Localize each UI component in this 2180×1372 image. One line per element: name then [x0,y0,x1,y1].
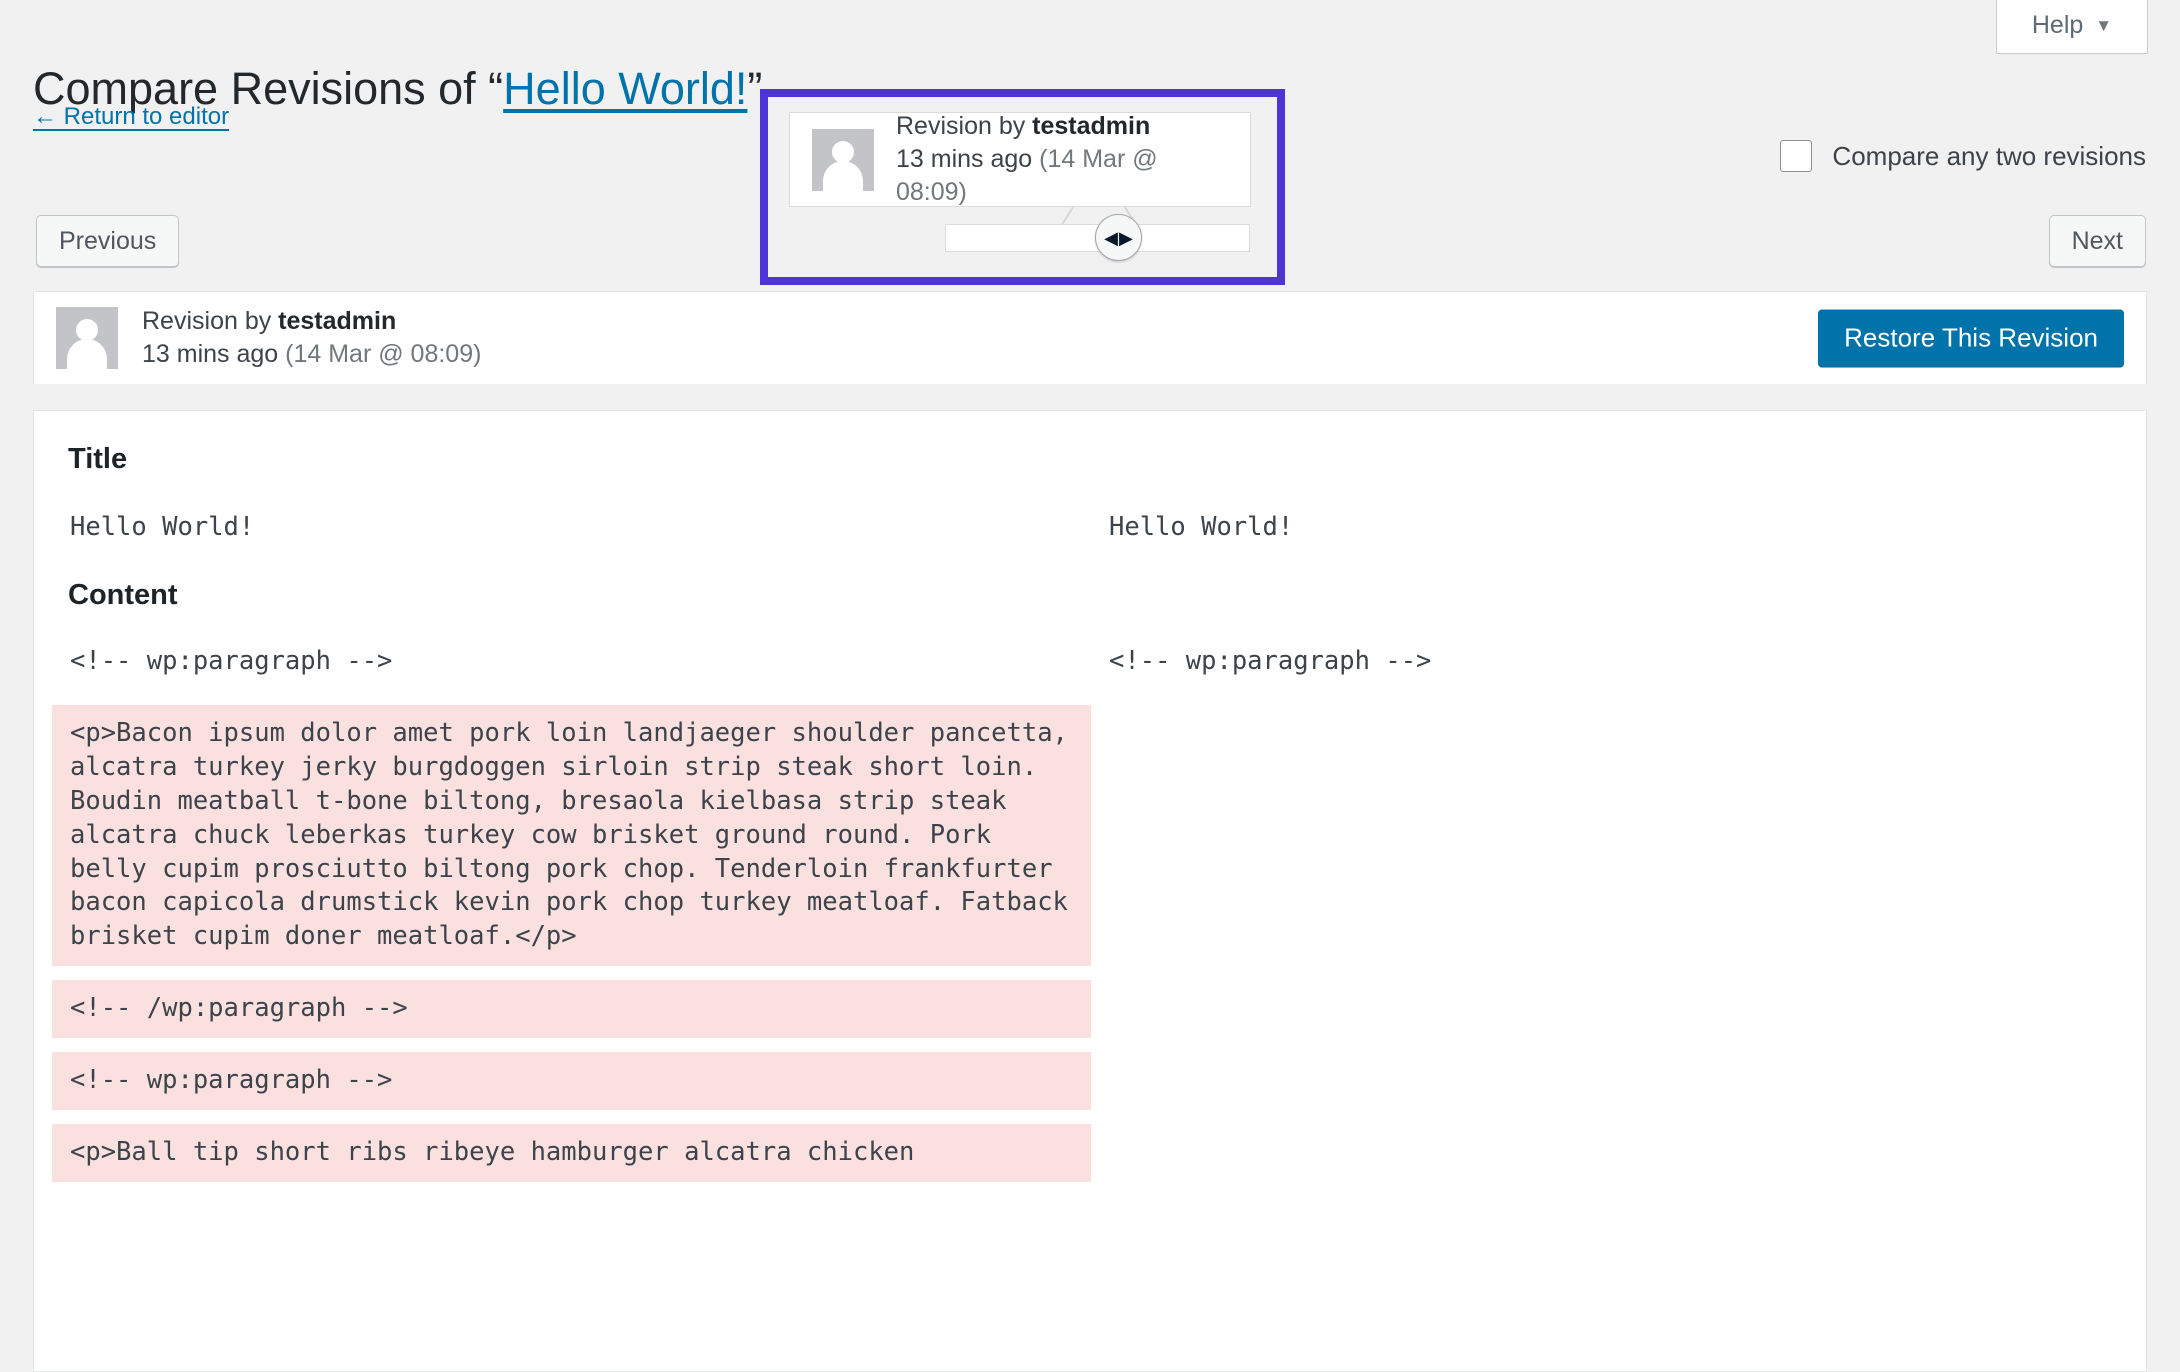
tooltip-revision-time: 13 mins ago (14 Mar @ 08:09) [896,143,1228,209]
return-to-editor-link[interactable]: ← Return to editor [33,103,229,131]
diff-cell-right: <!-- wp:paragraph --> [1109,646,1432,676]
diff-cell-right [1091,705,2130,966]
diff-row: <p>Ball tip short ribs ribeye hamburger … [52,1124,2130,1182]
revision-slider[interactable]: ◀ ▶ [945,214,1250,261]
compare-any-two-revisions[interactable]: Compare any two revisions [1780,140,2146,172]
arrow-left-glyph: ◀ [1104,227,1118,248]
help-tab[interactable]: Help ▼ [1996,0,2148,54]
diff-row-spacer [52,1182,2130,1196]
restore-this-revision-button[interactable]: Restore This Revision [1818,309,2124,367]
diff-panel: Title Hello World! Hello World! Content <… [33,410,2147,1372]
tooltip-revision-by-text: Revision by [896,112,1033,140]
revision-by-text: Revision by [142,307,279,335]
avatar [812,128,874,191]
post-title-link[interactable]: Hello World! [503,63,747,114]
diff-cell-left: <!-- wp:paragraph --> [70,646,393,676]
diff-content-table: <!-- wp:paragraph --> <!-- wp:paragraph -… [52,633,2130,1196]
tooltip-relative-time: 13 mins ago [896,145,1033,173]
diff-content-heading: Content [68,579,178,611]
compare-checkbox-label: Compare any two revisions [1832,140,2146,171]
diff-cell-left: <p>Bacon ipsum dolor amet pork loin land… [52,704,1091,967]
arrow-right-glyph: ▶ [1119,227,1133,248]
tooltip-revision-author: Revision by testadmin [896,110,1228,143]
diff-row-spacer [52,1038,2130,1052]
diff-row-spacer [52,1110,2130,1124]
diff-row: <p>Bacon ipsum dolor amet pork loin land… [52,704,2130,967]
revision-author-name: testadmin [278,307,397,335]
tooltip-author-name: testadmin [1032,112,1151,140]
revisions-page: Help ▼ Compare Revisions of “Hello World… [0,0,2180,1372]
revision-absolute-time: (14 Mar @ 08:09) [278,340,482,368]
diff-row-spacer [52,557,2130,571]
diff-cell-left: <!-- wp:paragraph --> [52,1052,1091,1111]
diff-title-table: Hello World! Hello World! [52,499,2130,571]
compare-checkbox[interactable] [1780,140,1813,172]
revision-author: Revision by testadmin [142,305,481,338]
diff-cell-right [1091,1052,2130,1110]
diff-row: <!-- wp:paragraph --> [52,1052,2130,1111]
help-label: Help [2031,11,2084,39]
revision-relative-time: 13 mins ago [142,340,279,368]
chevron-down-icon: ▼ [2095,16,2113,35]
diff-cell-left: <p>Ball tip short ribs ribeye hamburger … [52,1124,1091,1182]
diff-cell-left: Hello World! [70,512,255,542]
revision-time: 13 mins ago (14 Mar @ 08:09) [142,338,481,371]
diff-title-heading: Title [68,443,128,475]
diff-row: <!-- wp:paragraph --> <!-- wp:paragraph -… [52,633,2130,691]
diff-row-spacer [52,691,2130,705]
diff-row: <!-- /wp:paragraph --> [52,980,2130,1039]
diff-cell-right [1091,1124,2130,1182]
next-button[interactable]: Next [2048,215,2146,267]
diff-cell-right: Hello World! [1109,512,1294,542]
diff-cell-left: <!-- /wp:paragraph --> [52,980,1091,1039]
previous-button[interactable]: Previous [36,215,180,267]
diff-row-spacer [52,966,2130,980]
revision-tooltip: Revision by testadmin 13 mins ago (14 Ma… [789,112,1251,207]
left-right-arrows-icon[interactable]: ◀ ▶ [1095,214,1142,261]
avatar [56,307,118,369]
diff-cell-right [1091,980,2130,1038]
revision-header-bar: Revision by testadmin 13 mins ago (14 Ma… [33,291,2147,384]
diff-row: Hello World! Hello World! [52,499,2130,557]
